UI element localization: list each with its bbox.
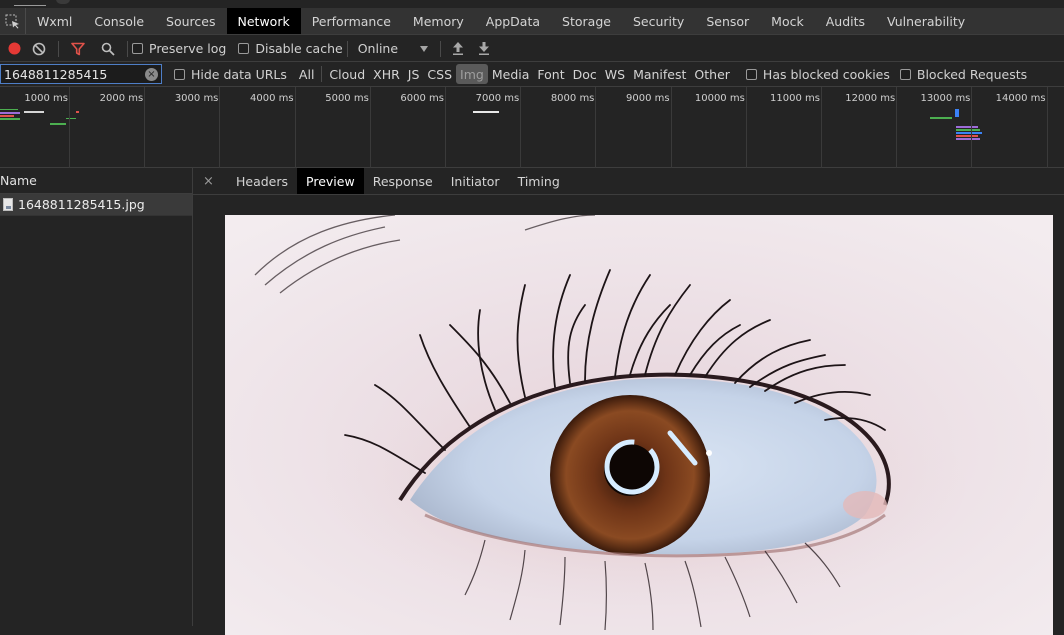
type-filter-js[interactable]: JS [404, 64, 424, 84]
clear-button[interactable] [24, 37, 54, 61]
request-details-panel: × Headers Preview Response Initiator Tim… [193, 168, 1064, 635]
upload-icon [452, 42, 463, 55]
tab-initiator[interactable]: Initiator [442, 168, 509, 194]
blocked-requests-checkbox[interactable]: Blocked Requests [899, 66, 1028, 82]
type-filter-img[interactable]: Img [456, 64, 488, 84]
filter-input-value: 1648811285415 [4, 66, 108, 82]
close-details-icon[interactable]: × [201, 168, 227, 194]
tab-mock[interactable]: Mock [760, 8, 815, 34]
separator [127, 40, 128, 57]
tab-audits[interactable]: Audits [815, 8, 876, 34]
type-filter-other[interactable]: Other [690, 64, 734, 84]
image-file-icon [3, 198, 13, 211]
tab-security[interactable]: Security [622, 8, 695, 34]
type-filter-cloud[interactable]: Cloud [325, 64, 369, 84]
checkbox-box[interactable] [132, 43, 143, 54]
import-har-button[interactable] [445, 37, 471, 61]
blocked-requests-label: Blocked Requests [916, 66, 1028, 82]
top-handle [56, 0, 70, 4]
tab-wxml[interactable]: Wxml [26, 8, 83, 34]
download-icon [478, 42, 489, 55]
tab-response[interactable]: Response [364, 168, 442, 194]
dropdown-arrow-icon [419, 45, 428, 52]
checkbox-box[interactable] [745, 68, 757, 80]
clear-icon [32, 42, 46, 55]
eye-photo [225, 215, 1053, 635]
requests-panel: Name 1648811285415.jpg [0, 168, 193, 626]
tab-network[interactable]: Network [226, 8, 301, 34]
checkbox-box[interactable] [899, 68, 911, 80]
checkbox-box[interactable] [174, 68, 185, 80]
tab-storage[interactable]: Storage [551, 8, 622, 34]
type-filter-manifest[interactable]: Manifest [629, 64, 690, 84]
separator [346, 40, 348, 57]
separator [58, 40, 59, 57]
top-indicator [14, 5, 46, 6]
tab-headers[interactable]: Headers [227, 168, 297, 194]
network-toolbar: Preserve log Disable cache Online [0, 36, 1064, 62]
tab-console[interactable]: Console [83, 8, 155, 34]
type-filter-all[interactable]: All [295, 64, 319, 84]
clear-filter-icon[interactable]: × [145, 67, 158, 81]
tab-appdata[interactable]: AppData [475, 8, 551, 34]
has-blocked-cookies-checkbox[interactable]: Has blocked cookies [745, 66, 890, 82]
name-column-header[interactable]: Name [0, 168, 192, 194]
details-tab-bar: × Headers Preview Response Initiator Tim… [193, 168, 1064, 195]
network-overview-timeline[interactable]: 1000 ms 2000 ms 3000 ms 4000 ms 5000 ms 6000 … [0, 87, 1064, 168]
preserve-log-checkbox[interactable]: Preserve log [132, 41, 226, 56]
throttling-value: Online [357, 41, 399, 56]
preserve-log-label: Preserve log [149, 41, 227, 56]
search-icon [101, 42, 115, 56]
filter-input[interactable]: 1648811285415 × [0, 64, 162, 84]
tab-sources[interactable]: Sources [155, 8, 226, 34]
filter-icon [71, 42, 85, 55]
request-name: 1648811285415.jpg [18, 197, 145, 212]
image-preview [225, 215, 1053, 635]
type-filter-doc[interactable]: Doc [569, 64, 601, 84]
tab-preview[interactable]: Preview [297, 168, 364, 194]
export-har-button[interactable] [471, 37, 497, 61]
filter-bar: 1648811285415 × Hide data URLs All Cloud… [0, 62, 1064, 87]
type-filter-font[interactable]: Font [533, 64, 568, 84]
tab-vulnerability[interactable]: Vulnerability [876, 8, 976, 34]
record-icon [8, 42, 20, 55]
type-filter-css[interactable]: CSS [423, 64, 456, 84]
tab-timing[interactable]: Timing [509, 168, 569, 194]
inspect-icon [5, 14, 19, 28]
window-top-strip [0, 0, 1064, 8]
devtools-tab-bar: Wxml Console Sources Network Performance… [0, 8, 1064, 634]
checkbox-box[interactable] [238, 43, 250, 54]
tab-performance[interactable]: Performance [301, 8, 402, 34]
search-button[interactable] [93, 37, 123, 61]
hide-data-urls-label: Hide data URLs [191, 66, 287, 82]
tab-memory[interactable]: Memory [402, 8, 475, 34]
resource-type-filters: All Cloud XHR JS CSS Img Media Font Doc … [295, 64, 734, 84]
hide-data-urls-checkbox[interactable]: Hide data URLs [174, 67, 287, 82]
record-button[interactable] [4, 37, 24, 61]
tab-sensor[interactable]: Sensor [695, 8, 760, 34]
disable-cache-checkbox[interactable]: Disable cache [238, 41, 343, 56]
inspect-element-button[interactable] [0, 8, 26, 34]
type-filter-xhr[interactable]: XHR [369, 64, 404, 84]
filter-button[interactable] [63, 37, 93, 61]
has-blocked-cookies-label: Has blocked cookies [762, 66, 890, 82]
timeline-gridline [0, 87, 1048, 168]
separator [321, 66, 323, 82]
timeline-tick-label: 14000 ms [995, 93, 1046, 104]
type-filter-media[interactable]: Media [488, 64, 534, 84]
disable-cache-label: Disable cache [255, 41, 343, 56]
throttling-select[interactable]: Online [358, 41, 434, 56]
separator [439, 40, 441, 57]
type-filter-ws[interactable]: WS [601, 64, 629, 84]
request-row[interactable]: 1648811285415.jpg [0, 194, 192, 216]
